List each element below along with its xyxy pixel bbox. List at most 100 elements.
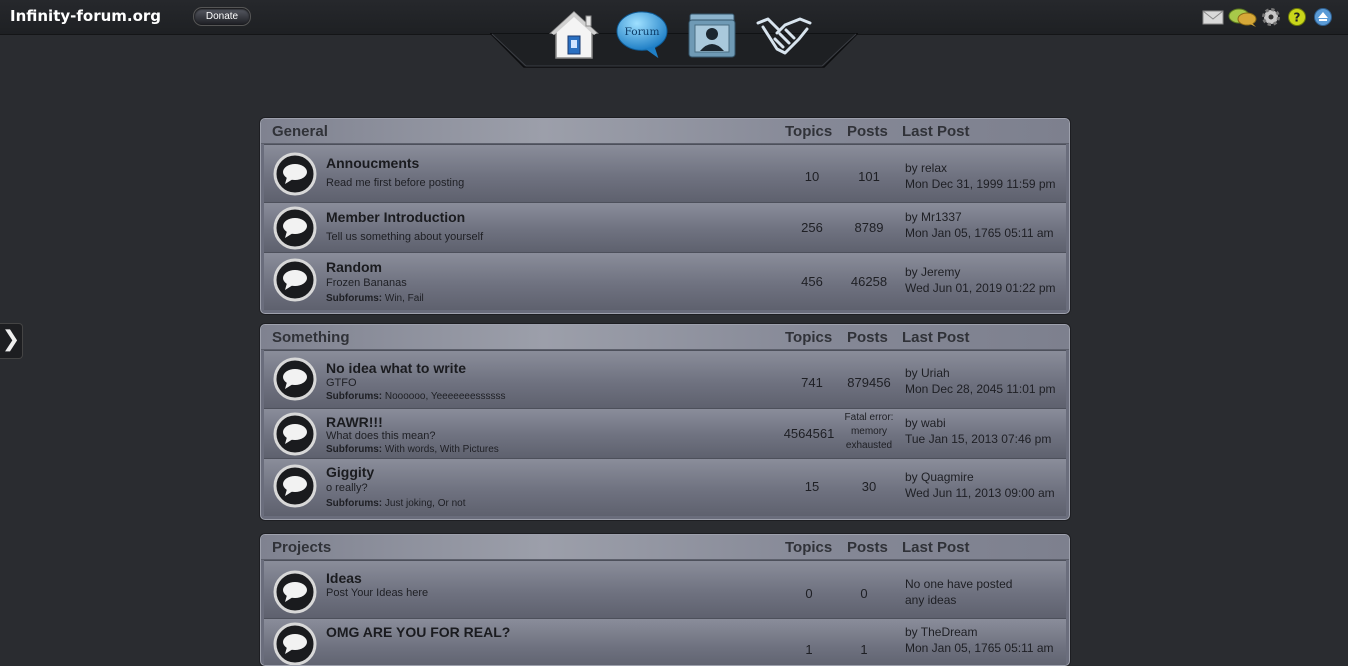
last-post-date[interactable]: Mon Dec 28, 2045 11:01 pm: [905, 381, 1056, 397]
forum-description: Read me first before posting: [326, 177, 465, 189]
forum-description: What does this mean?: [326, 430, 436, 442]
forum-title[interactable]: Annoucments: [326, 155, 419, 171]
subforum-links[interactable]: Just joking, Or not: [385, 498, 466, 509]
posts-column-header: Posts: [847, 329, 888, 346]
posts-count: 46258: [850, 274, 888, 289]
last-post-author[interactable]: by wabi: [905, 415, 1051, 431]
mail-icon[interactable]: [1202, 7, 1224, 27]
category-projects: Projects Topics Posts Last Post Ideas Po…: [260, 534, 1070, 666]
forum-description: Frozen Bananas: [326, 277, 407, 289]
last-post-column-header: Last Post: [902, 539, 970, 556]
chat-icon[interactable]: [1228, 7, 1258, 27]
members-icon[interactable]: [686, 9, 738, 61]
help-icon[interactable]: ?: [1286, 7, 1308, 27]
forum-unread-icon: [273, 152, 317, 196]
error-line: exhausted: [845, 440, 893, 451]
gear-icon[interactable]: [1260, 7, 1282, 27]
topics-count: 741: [801, 375, 823, 390]
last-post-author[interactable]: by Uriah: [905, 365, 1056, 381]
topics-column-header: Topics: [785, 329, 833, 346]
forum-title[interactable]: OMG ARE YOU FOR REAL?: [326, 624, 510, 640]
forum-unread-icon: [273, 412, 317, 456]
forum-title[interactable]: RAWR!!!: [326, 414, 383, 430]
forum-icon[interactable]: Forum: [616, 9, 668, 61]
subforums-list: Subforums: Just joking, Or not: [326, 498, 465, 509]
subforums-list: Subforums: Win, Fail: [326, 293, 424, 304]
last-post-column-header: Last Post: [902, 329, 970, 346]
forum-title[interactable]: Giggity: [326, 464, 374, 480]
subforums-list: Subforums: Noooooo, Yeeeeeeessssss: [326, 391, 506, 402]
top-bar: Infinity-forum.org Donate: [0, 0, 1348, 35]
forum-row[interactable]: RAWR!!! What does this mean? Subforums: …: [264, 408, 1066, 458]
last-post-date[interactable]: Tue Jan 15, 2013 07:46 pm: [905, 431, 1051, 447]
category-header: Something Topics Posts Last Post: [261, 325, 1069, 350]
forum-unread-icon: [273, 622, 317, 665]
last-post-author[interactable]: by Jeremy: [905, 264, 1056, 280]
last-post-date[interactable]: Mon Jan 05, 1765 05:11 am: [905, 640, 1054, 656]
forum-title[interactable]: Random: [326, 259, 382, 275]
subforum-links[interactable]: Win, Fail: [385, 293, 424, 304]
last-post-date[interactable]: Mon Jan 05, 1765 05:11 am: [905, 225, 1054, 241]
forum-title[interactable]: Ideas: [326, 570, 362, 586]
posts-count: 8789: [854, 220, 884, 235]
forum-row[interactable]: No idea what to write GTFO Subforums: No…: [264, 350, 1066, 408]
last-post-author: No one have posted: [905, 577, 1013, 591]
forum-row[interactable]: Random Frozen Bananas Subforums: Win, Fa…: [264, 252, 1066, 310]
last-post-author[interactable]: by Quagmire: [905, 469, 1055, 485]
last-post-date[interactable]: Wed Jun 11, 2013 09:00 am: [905, 485, 1055, 501]
posts-count-error: Fatal error: memory exhausted: [839, 411, 899, 453]
forum-title[interactable]: Member Introduction: [326, 209, 465, 225]
subforum-links[interactable]: Noooooo, Yeeeeeeessssss: [385, 391, 506, 402]
topics-count: 256: [801, 220, 823, 235]
posts-count: 1: [860, 642, 868, 657]
topics-count: 4564561: [783, 426, 835, 441]
last-post-date[interactable]: Mon Dec 31, 1999 11:59 pm: [905, 176, 1056, 192]
forum-row[interactable]: Ideas Post Your Ideas here 0 0 No one ha…: [264, 560, 1066, 618]
forum-row[interactable]: OMG ARE YOU FOR REAL? 1 1 by TheDream Mon…: [264, 618, 1066, 665]
forum-unread-icon: [273, 357, 317, 401]
header-tools: ?: [1202, 7, 1338, 27]
forum-row[interactable]: Annoucments Read me first before posting…: [264, 144, 1066, 202]
forum-unread-icon: [273, 258, 317, 302]
topics-count: 0: [805, 586, 813, 601]
posts-count: 879456: [847, 375, 891, 390]
category-header: Projects Topics Posts Last Post: [261, 535, 1069, 560]
subforums-label: Subforums:: [326, 498, 383, 509]
home-icon[interactable]: [548, 9, 600, 61]
subforum-links[interactable]: With words, With Pictures: [385, 444, 499, 455]
category-header: General Topics Posts Last Post: [261, 119, 1069, 144]
forum-description: Post Your Ideas here: [326, 587, 429, 599]
topics-count: 1: [805, 642, 813, 657]
last-post-date: any ideas: [905, 593, 957, 607]
forum-description: o really?: [326, 482, 368, 494]
posts-column-header: Posts: [847, 123, 888, 140]
subforums-label: Subforums:: [326, 293, 383, 304]
scroll-top-icon[interactable]: [1312, 7, 1334, 27]
subforums-label: Subforums:: [326, 444, 383, 455]
forum-title[interactable]: No idea what to write: [326, 360, 466, 376]
topics-count: 15: [804, 479, 820, 494]
subforums-label: Subforums:: [326, 391, 383, 402]
posts-count: 30: [861, 479, 877, 494]
category-title[interactable]: Something: [272, 329, 350, 346]
error-line: Fatal error:: [844, 412, 894, 423]
site-title[interactable]: Infinity-forum.org: [10, 7, 161, 25]
forum-row[interactable]: Giggity o really? Subforums: Just joking…: [264, 458, 1066, 516]
posts-count: 101: [858, 169, 880, 184]
last-post-date[interactable]: Wed Jun 01, 2019 01:22 pm: [905, 280, 1056, 296]
category-general: General Topics Posts Last Post Annoucmen…: [260, 118, 1070, 314]
sidebar-toggle-button[interactable]: ❯: [0, 323, 23, 359]
last-post-author[interactable]: by Mr1337: [905, 209, 1054, 225]
handshake-icon[interactable]: [755, 9, 813, 61]
forum-icon-label: Forum: [624, 26, 659, 38]
last-post-author[interactable]: by relax: [905, 160, 1056, 176]
topics-column-header: Topics: [785, 539, 833, 556]
category-title[interactable]: Projects: [272, 539, 331, 556]
posts-count: 0: [860, 586, 868, 601]
forum-description: GTFO: [326, 377, 357, 389]
category-title[interactable]: General: [272, 123, 328, 140]
last-post-author[interactable]: by TheDream: [905, 624, 1054, 640]
last-post-column-header: Last Post: [902, 123, 970, 140]
forum-row[interactable]: Member Introduction Tell us something ab…: [264, 202, 1066, 252]
donate-button[interactable]: Donate: [193, 7, 251, 26]
